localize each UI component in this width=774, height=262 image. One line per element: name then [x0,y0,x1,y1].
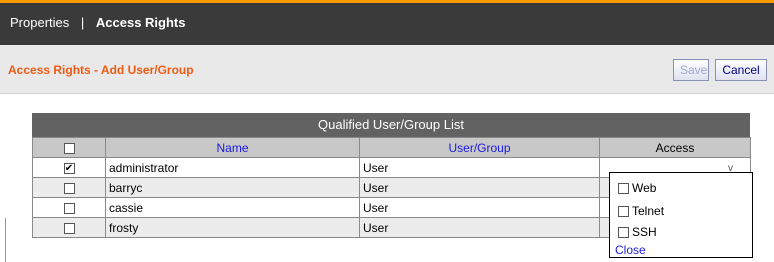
top-bar: Properties | Access Rights [0,0,774,45]
access-dropdown-popup: Web Telnet SSH Close [609,172,753,258]
row-name: frosty [105,217,360,238]
cancel-button[interactable]: Cancel [715,59,767,81]
access-option-telnet[interactable]: Telnet [618,204,664,218]
access-option-checkbox[interactable] [618,227,629,239]
row-type: User [359,177,600,198]
row-checkbox[interactable]: ✔ [63,162,75,174]
row-name: barryc [105,177,360,198]
row-type: User [359,217,600,238]
tab-bar: Properties | Access Rights [10,15,185,30]
access-option-checkbox[interactable] [618,183,629,195]
column-header-type[interactable]: User/Group [359,137,600,158]
row-checkbox[interactable] [63,182,75,194]
divider [5,218,6,262]
row-checkbox[interactable] [63,202,75,214]
list-title: Qualified User/Group List [32,113,750,137]
table-header-row: Name User/Group Access [32,137,751,158]
row-type: User [359,157,600,178]
row-name: administrator [105,157,360,178]
column-header-name[interactable]: Name [105,137,360,158]
tab-access-rights[interactable]: Access Rights [96,15,186,30]
select-all-checkbox[interactable] [63,142,75,154]
page-title: Access Rights - Add User/Group [8,63,194,77]
close-link[interactable]: Close [615,243,646,257]
access-option-web[interactable]: Web [618,181,656,195]
row-checkbox[interactable] [63,222,75,234]
row-type: User [359,197,600,218]
access-option-ssh[interactable]: SSH [618,225,657,239]
sub-header: Access Rights - Add User/Group Save Canc… [0,45,774,94]
select-all-cell [32,137,106,158]
access-option-checkbox[interactable] [618,206,629,218]
tab-properties[interactable]: Properties [10,15,69,30]
column-header-access: Access [599,137,751,158]
tab-separator: | [80,15,85,30]
row-name: cassie [105,197,360,218]
save-button[interactable]: Save [673,59,709,81]
